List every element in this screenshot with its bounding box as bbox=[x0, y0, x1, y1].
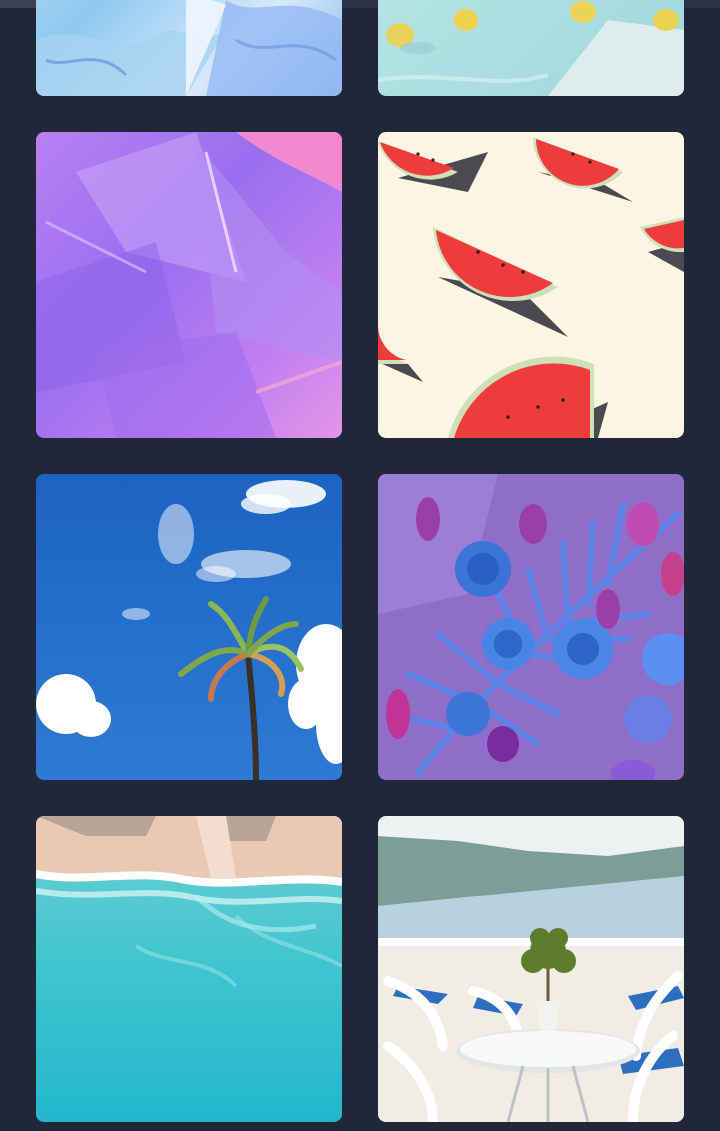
gallery-page bbox=[0, 0, 720, 1131]
santorini-balcony-image[interactable] bbox=[378, 816, 684, 1122]
blue-flowers-palm-image[interactable] bbox=[378, 474, 684, 780]
palm-tree-sky-image[interactable] bbox=[36, 474, 342, 780]
iridescent-plastic-image[interactable] bbox=[36, 132, 342, 438]
turquoise-beach-image[interactable] bbox=[36, 816, 342, 1122]
watermelon-slices-image[interactable] bbox=[378, 132, 684, 438]
holographic-foil-image[interactable] bbox=[36, 0, 342, 96]
lemons-in-pool-image[interactable] bbox=[378, 0, 684, 96]
